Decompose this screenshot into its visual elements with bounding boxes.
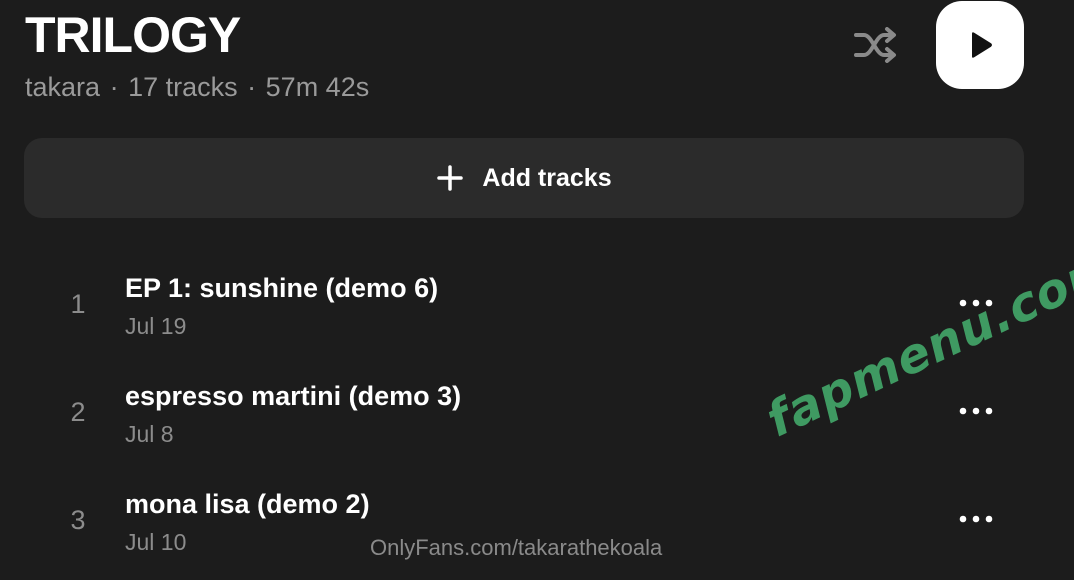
meta-separator: · [247,72,257,102]
track-date: Jul 10 [125,529,187,555]
meta-separator: · [109,72,119,102]
playlist-title: TRILOGY [25,7,241,63]
more-options-button[interactable] [954,396,998,426]
track-number: 1 [70,289,86,319]
track-row[interactable]: 2 espresso martini (demo 3) Jul 8 [0,376,1074,472]
track-title: mona lisa (demo 2) [125,489,370,519]
watermark-url: OnlyFans.com/takarathekoala [370,535,663,560]
add-tracks-label: Add tracks [482,163,612,192]
track-title: EP 1: sunshine (demo 6) [125,273,439,303]
shuffle-button[interactable] [852,24,900,66]
track-row[interactable]: 3 mona lisa (demo 2) Jul 10 [0,484,1074,580]
more-options-button[interactable] [954,504,998,534]
plus-icon [436,164,464,192]
add-tracks-button[interactable]: Add tracks [24,138,1024,218]
more-horizontal-icon [959,407,993,415]
track-count: 17 tracks [128,72,238,102]
track-title: espresso martini (demo 3) [125,381,462,411]
playlist-meta: takara · 17 tracks · 57m 42s [25,70,369,104]
track-number: 2 [70,397,86,427]
play-icon [972,32,992,58]
artist-name[interactable]: takara [25,72,100,102]
more-horizontal-icon [959,515,993,523]
play-button[interactable] [936,1,1024,89]
total-duration: 57m 42s [265,72,370,102]
shuffle-icon [854,27,896,63]
track-date: Jul 19 [125,313,187,339]
track-date: Jul 8 [125,421,174,447]
track-number: 3 [70,505,86,535]
